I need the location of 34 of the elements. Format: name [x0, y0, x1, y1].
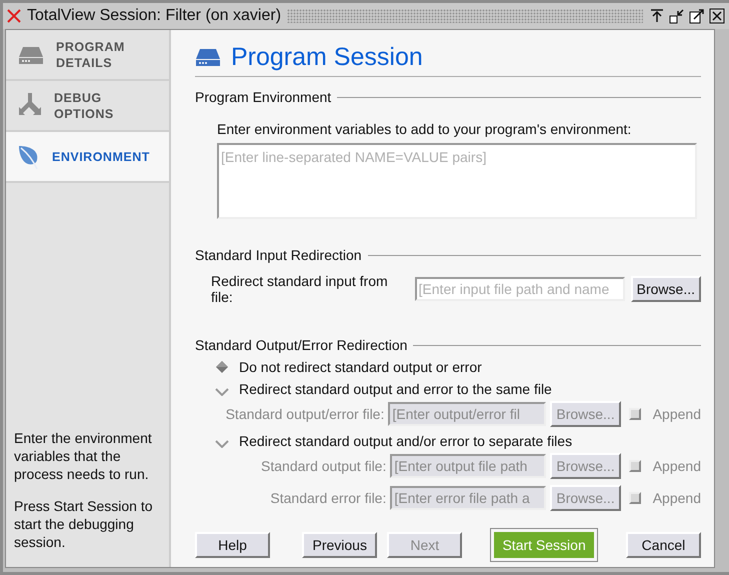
- field-label: Standard error file:: [270, 490, 386, 506]
- field-label: Standard output/error file:: [226, 406, 384, 422]
- help-text: Press Start Session to start the debugging session.: [14, 497, 154, 551]
- dialog-button[interactable]: Previous: [302, 532, 378, 558]
- dialog-button[interactable]: Cancel: [626, 532, 701, 558]
- sidebar-item[interactable]: ENVIRONMENT: [6, 132, 169, 183]
- environment-text-area[interactable]: [Enter line-separated NAME=VALUE pairs]: [217, 143, 697, 219]
- leaf-icon: [18, 144, 40, 170]
- section-heading: Standard Output/Error Redirection: [195, 337, 408, 353]
- drive-icon: [18, 44, 44, 64]
- radio-label: Do not redirect standard output or error: [239, 359, 482, 375]
- field-label: Standard output file:: [261, 458, 386, 474]
- instruction-text: Enter environment variables to add to your program's environment:: [217, 121, 632, 137]
- browse-button[interactable]: Browse...: [630, 276, 701, 302]
- maximize-icon[interactable]: [689, 8, 705, 24]
- checkbox-label: Append: [652, 458, 701, 474]
- sidebar-item[interactable]: PROGRAM DETAILS: [6, 30, 169, 81]
- page-title: Program Session: [231, 42, 423, 72]
- pin-top-icon[interactable]: [649, 8, 665, 24]
- window-title: TotalView Session: Filter (on xavier): [27, 7, 282, 25]
- minimize-icon[interactable]: [669, 8, 685, 24]
- section-heading: Program Environment: [195, 89, 332, 105]
- section-heading: Standard Input Redirection: [195, 247, 362, 263]
- checkbox-label: Append: [652, 490, 701, 506]
- help-text: Enter the environment variables that the process needs to run.: [14, 429, 153, 483]
- input-file-field[interactable]: [Enter input file path and name: [414, 277, 625, 301]
- checkbox-label: Append: [652, 406, 701, 422]
- field-label: Redirect standard input from file:: [211, 273, 389, 305]
- radio-label: Redirect standard output and/or error to separate files: [239, 433, 572, 449]
- drive-icon: [195, 47, 221, 67]
- close-icon[interactable]: [709, 8, 725, 24]
- dialog-button[interactable]: Help: [195, 532, 270, 558]
- radio-button[interactable]: [215, 360, 229, 374]
- radio-label: Redirect standard output and error to the same file: [239, 381, 552, 397]
